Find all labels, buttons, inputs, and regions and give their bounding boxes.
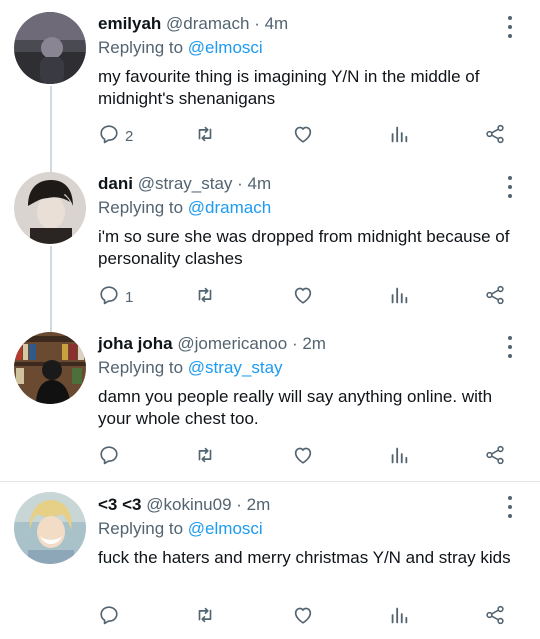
reply-button[interactable] <box>98 604 125 630</box>
display-name[interactable]: joha joha <box>98 334 173 353</box>
retweet-icon <box>194 444 216 470</box>
tweet-4[interactable]: <3 <3 @kokinu09 · 2m Replying to @elmosc… <box>0 482 540 639</box>
share-icon <box>484 444 506 470</box>
tweet-text: i'm so sure she was dropped from midnigh… <box>98 227 510 268</box>
views-button[interactable] <box>388 604 410 630</box>
mention-link[interactable]: @elmosci <box>188 38 263 57</box>
share-button[interactable] <box>484 444 506 470</box>
tweet-header: <3 <3 @kokinu09 · 2m <box>98 495 270 515</box>
share-button[interactable] <box>484 284 506 310</box>
retweet-icon <box>194 604 216 630</box>
share-icon <box>484 284 506 310</box>
handle[interactable]: @stray_stay <box>138 174 233 193</box>
action-bar: 1 <box>98 284 518 310</box>
replying-prefix: Replying to <box>98 198 184 217</box>
tweet-header: dani @stray_stay · 4m <box>98 174 271 194</box>
retweet-button[interactable] <box>194 123 216 149</box>
share-icon <box>484 123 506 149</box>
tweet-3[interactable]: joha joha @jomericanoo · 2m Replying to … <box>0 320 540 480</box>
avatar[interactable] <box>14 332 86 404</box>
avatar[interactable] <box>14 172 86 244</box>
more-icon[interactable] <box>500 174 520 200</box>
handle[interactable]: @dramach <box>166 14 249 33</box>
retweet-button[interactable] <box>194 444 216 470</box>
tweet-header: emilyah @dramach · 4m <box>98 14 288 34</box>
reply-button[interactable] <box>98 444 125 470</box>
action-bar: 2 <box>98 123 518 149</box>
like-button[interactable] <box>292 284 314 310</box>
tweet-2[interactable]: dani @stray_stay · 4m Replying to @drama… <box>0 160 540 320</box>
views-button[interactable] <box>388 444 410 470</box>
handle[interactable]: @kokinu09 <box>146 495 231 514</box>
share-button[interactable] <box>484 604 506 630</box>
retweet-button[interactable] <box>194 604 216 630</box>
reply-count: 2 <box>125 127 134 145</box>
replying-to: Replying to @elmosci <box>98 38 263 58</box>
views-button[interactable] <box>388 284 410 310</box>
tweet-1[interactable]: emilyah @dramach · 4m Replying to @elmos… <box>0 0 540 160</box>
action-bar <box>98 444 518 470</box>
display-name[interactable]: dani <box>98 174 133 193</box>
like-button[interactable] <box>292 604 314 630</box>
avatar[interactable] <box>14 492 86 564</box>
timestamp[interactable]: · 4m <box>237 174 271 193</box>
reply-button[interactable]: 2 <box>98 123 133 149</box>
mention-link[interactable]: @stray_stay <box>188 358 283 377</box>
like-icon <box>292 604 314 630</box>
like-icon <box>292 284 314 310</box>
replying-prefix: Replying to <box>98 38 184 57</box>
reply-button[interactable]: 1 <box>98 284 133 310</box>
like-icon <box>292 444 314 470</box>
handle[interactable]: @jomericanoo <box>177 334 287 353</box>
reply-icon <box>98 284 120 310</box>
mention-link[interactable]: @elmosci <box>188 519 263 538</box>
timestamp[interactable]: · 2m <box>292 334 326 353</box>
more-icon[interactable] <box>500 494 520 520</box>
mention-link[interactable]: @dramach <box>188 198 271 217</box>
replying-to: Replying to @dramach <box>98 198 271 218</box>
reply-icon <box>98 444 120 470</box>
replying-to: Replying to @elmosci <box>98 519 263 539</box>
action-bar <box>98 604 518 630</box>
views-icon <box>388 444 410 470</box>
more-icon[interactable] <box>500 14 520 40</box>
share-icon <box>484 604 506 630</box>
display-name[interactable]: emilyah <box>98 14 161 33</box>
tweet-text: my favourite thing is imagining Y/N in t… <box>98 67 480 108</box>
like-button[interactable] <box>292 123 314 149</box>
retweet-icon <box>194 123 216 149</box>
retweet-icon <box>194 284 216 310</box>
tweet-text: fuck the haters and merry christmas Y/N … <box>98 548 511 567</box>
replying-to: Replying to @stray_stay <box>98 358 283 378</box>
views-icon <box>388 123 410 149</box>
views-button[interactable] <box>388 123 410 149</box>
retweet-button[interactable] <box>194 284 216 310</box>
timestamp[interactable]: · 4m <box>254 14 288 33</box>
like-icon <box>292 123 314 149</box>
tweet-text: damn you people really will say anything… <box>98 387 493 428</box>
like-button[interactable] <box>292 444 314 470</box>
more-icon[interactable] <box>500 334 520 360</box>
display-name[interactable]: <3 <3 <box>98 495 142 514</box>
reply-count: 1 <box>125 288 134 306</box>
reply-icon <box>98 604 120 630</box>
views-icon <box>388 604 410 630</box>
avatar[interactable] <box>14 12 86 84</box>
reply-icon <box>98 123 120 149</box>
share-button[interactable] <box>484 123 506 149</box>
tweet-header: joha joha @jomericanoo · 2m <box>98 334 326 354</box>
replying-prefix: Replying to <box>98 358 184 377</box>
replying-prefix: Replying to <box>98 519 184 538</box>
timestamp[interactable]: · 2m <box>236 495 270 514</box>
views-icon <box>388 284 410 310</box>
